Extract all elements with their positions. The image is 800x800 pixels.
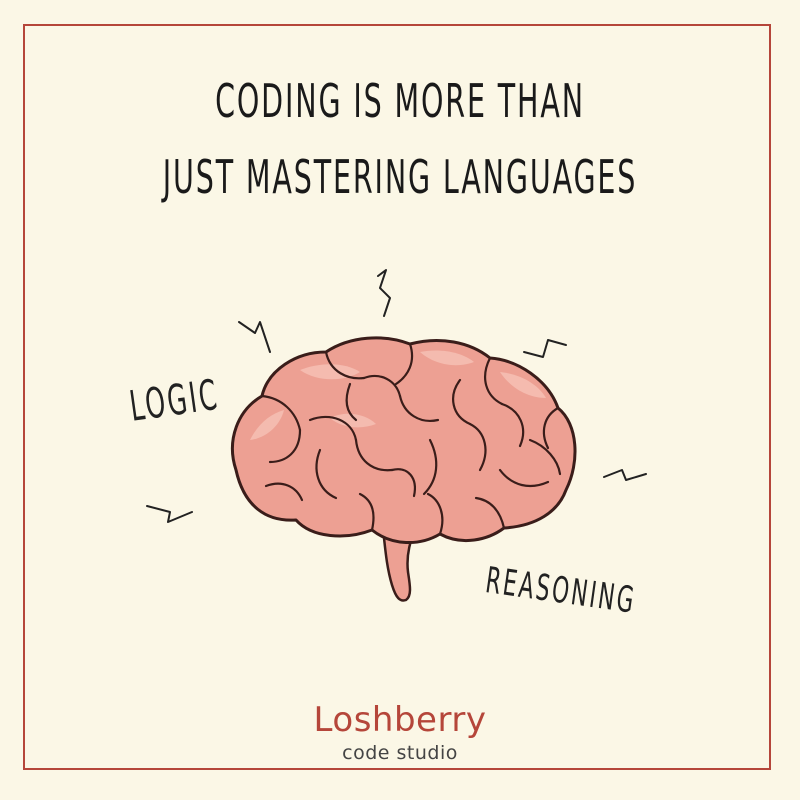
spark-mark <box>146 505 193 523</box>
spark-mark <box>603 469 647 481</box>
spark-mark <box>523 339 567 358</box>
brain-body <box>231 336 577 545</box>
brand-logo-tagline: code studio <box>342 742 458 764</box>
spark-mark <box>377 269 391 317</box>
brand-logo-name: Loshberry <box>313 700 487 740</box>
brain-illustration <box>146 269 647 602</box>
spark-mark <box>238 321 271 353</box>
brain-icon <box>231 336 577 602</box>
